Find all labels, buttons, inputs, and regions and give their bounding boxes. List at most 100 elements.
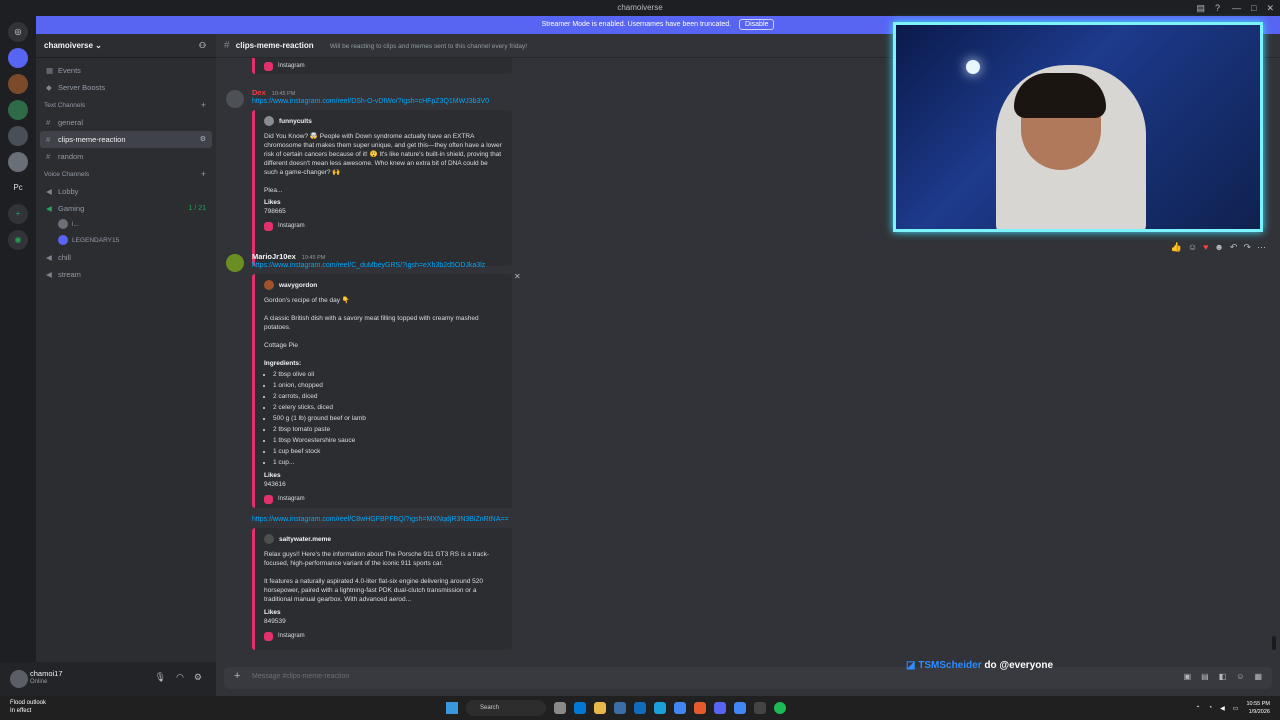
message-author[interactable]: Dex 10:45 PM <box>252 88 295 97</box>
brave-icon[interactable] <box>694 702 706 714</box>
message-input[interactable]: + Message #clips-meme-reaction ▣ ▤ ◧ ☺ ▦ <box>224 667 1272 689</box>
list-item: 500 g (1 lb) ground beef or lamb <box>273 414 503 425</box>
sticker-icon[interactable]: ◧ <box>1219 672 1227 681</box>
disable-button[interactable]: Disable <box>739 19 775 30</box>
channel-label: general <box>58 118 84 127</box>
category-voice-channels[interactable]: Voice Channels + <box>36 165 216 183</box>
message-link[interactable]: https://www.instagram.com/reel/C_duMbeyG… <box>252 262 485 269</box>
sidebar-item-events[interactable]: ▦ Events <box>40 62 212 79</box>
embed-provider: Instagram <box>278 223 305 229</box>
add-channel-icon[interactable]: + <box>201 169 206 179</box>
reply-icon[interactable]: ↶ <box>1230 242 1238 253</box>
weather-widget[interactable]: Flood outlook In effect <box>10 699 46 715</box>
thumbs-up-icon[interactable]: 👍 <box>1171 242 1182 253</box>
server-icon[interactable] <box>8 100 28 120</box>
instagram-embed: wavygordon Gordon's recipe of the day 👇 … <box>252 274 512 508</box>
gear-icon[interactable]: ⚙ <box>194 672 202 683</box>
weather-status: In effect <box>10 708 32 714</box>
gift-icon[interactable]: ▣ <box>1184 672 1192 681</box>
embed-author[interactable]: saltywater.meme <box>279 535 331 544</box>
chrome-icon[interactable] <box>734 702 746 714</box>
add-reaction-icon[interactable]: ☻ <box>1214 242 1223 253</box>
discord-icon[interactable] <box>714 702 726 714</box>
server-icon[interactable] <box>8 126 28 146</box>
microphone-icon[interactable]: 🎙 <box>155 672 166 683</box>
more-icon[interactable]: ⋯ <box>1257 242 1266 253</box>
server-header[interactable]: chamoiverse ⌄ ⚇ <box>36 34 216 58</box>
embed-author[interactable]: funnycults <box>279 117 312 126</box>
heart-icon[interactable]: ♥ <box>1203 242 1208 253</box>
close-icon[interactable]: ✕ <box>1266 0 1274 16</box>
speaker-icon: ◀ <box>46 253 52 262</box>
outlook-icon[interactable] <box>634 702 646 714</box>
add-server-icon[interactable]: + <box>8 204 28 224</box>
discord-home-icon[interactable]: ◎ <box>8 22 28 42</box>
add-channel-icon[interactable]: + <box>201 100 206 110</box>
battery-icon[interactable]: ▭ <box>1233 705 1239 712</box>
inbox-icon[interactable]: ▤ <box>1196 0 1205 16</box>
settings-icon[interactable]: ⚙ <box>200 131 206 148</box>
gif-icon[interactable]: ▤ <box>1201 672 1209 681</box>
server-icon[interactable] <box>8 152 28 172</box>
boost-icon: ◆ <box>46 83 52 92</box>
channel-random[interactable]: # random <box>40 148 212 165</box>
chat-username: TSMScheider <box>918 660 982 671</box>
sidebar-item-server-boosts[interactable]: ◆ Server Boosts <box>40 79 212 96</box>
emoji-icon[interactable]: ☺ <box>1236 672 1244 681</box>
list-item: 1 tbsp Worcestershire sauce <box>273 436 503 447</box>
voice-user[interactable]: LEGENDARY15 <box>58 233 216 249</box>
chevron-up-icon[interactable]: ⌃ <box>1196 705 1201 712</box>
message-link[interactable]: https://www.instagram.com/reel/C8wHGFBPF… <box>252 516 509 523</box>
message-author[interactable]: MarioJr10ex 10:45 PM <box>252 252 325 261</box>
category-text-channels[interactable]: Text Channels + <box>36 96 216 114</box>
channel-clips-meme-reaction[interactable]: # clips-meme-reaction ⚙ <box>40 131 212 148</box>
wifi-icon[interactable]: ◔ <box>1209 705 1213 711</box>
server-icon[interactable] <box>8 48 28 68</box>
likes-label: Likes <box>264 609 281 616</box>
file-explorer-icon[interactable] <box>594 702 606 714</box>
add-member-icon[interactable]: ⚇ <box>199 34 206 58</box>
obs-icon[interactable] <box>754 702 766 714</box>
server-icon[interactable] <box>8 74 28 94</box>
chrome-icon[interactable] <box>674 702 686 714</box>
scrollbar[interactable] <box>1272 636 1276 650</box>
headphones-icon[interactable]: ◠ <box>176 672 184 683</box>
instagram-embed: saltywater.meme Relax guys!! Here's the … <box>252 528 512 650</box>
maximize-icon[interactable]: □ <box>1251 0 1256 16</box>
windows-start-icon[interactable] <box>446 702 458 714</box>
voice-stream[interactable]: ◀ stream <box>40 266 212 283</box>
task-view-icon[interactable] <box>554 702 566 714</box>
instagram-icon <box>264 632 273 641</box>
weather-title: Flood outlook <box>10 700 47 706</box>
embed-provider: Instagram <box>278 633 305 639</box>
chevron-down-icon: ⌄ <box>95 41 102 50</box>
store-icon[interactable] <box>614 702 626 714</box>
copilot-icon[interactable] <box>574 702 586 714</box>
minimize-icon[interactable]: — <box>1232 0 1241 16</box>
add-attachment-icon[interactable]: + <box>234 670 240 682</box>
help-icon[interactable]: ? <box>1215 0 1220 16</box>
apps-icon[interactable]: ▦ <box>1254 672 1262 681</box>
volume-icon[interactable]: ◀ <box>1220 705 1225 712</box>
server-pc[interactable]: Pc <box>8 178 28 198</box>
remove-embed-icon[interactable]: ✕ <box>514 272 521 281</box>
explore-icon[interactable]: ◉ <box>8 230 28 250</box>
channel-general[interactable]: # general <box>40 114 212 131</box>
voice-user[interactable]: l... <box>58 217 216 233</box>
avatar[interactable] <box>10 670 28 688</box>
forward-icon[interactable]: ↷ <box>1243 242 1251 253</box>
taskbar-search[interactable]: Search <box>466 700 546 716</box>
emoji-icon[interactable]: ☺ <box>1188 242 1197 253</box>
message-link[interactable]: https://www.instagram.com/reel/DSh-O-vDI… <box>252 98 489 105</box>
clock[interactable]: 10:55 PM 1/9/2026 <box>1246 700 1270 716</box>
stream-chat-overlay: ◪ TSMScheider do @everyone <box>906 660 1053 671</box>
voice-gaming[interactable]: ◀ Gaming 1 / 21 <box>40 200 212 217</box>
avatar[interactable] <box>226 90 244 108</box>
embed-author[interactable]: wavygordon <box>279 281 317 290</box>
edge-icon[interactable] <box>654 702 666 714</box>
voice-lobby[interactable]: ◀ Lobby <box>40 183 212 200</box>
channel-topic[interactable]: Will be reacting to clips and memes sent… <box>330 43 527 50</box>
spotify-icon[interactable] <box>774 702 786 714</box>
voice-chill[interactable]: ◀ chill <box>40 249 212 266</box>
avatar[interactable] <box>226 254 244 272</box>
